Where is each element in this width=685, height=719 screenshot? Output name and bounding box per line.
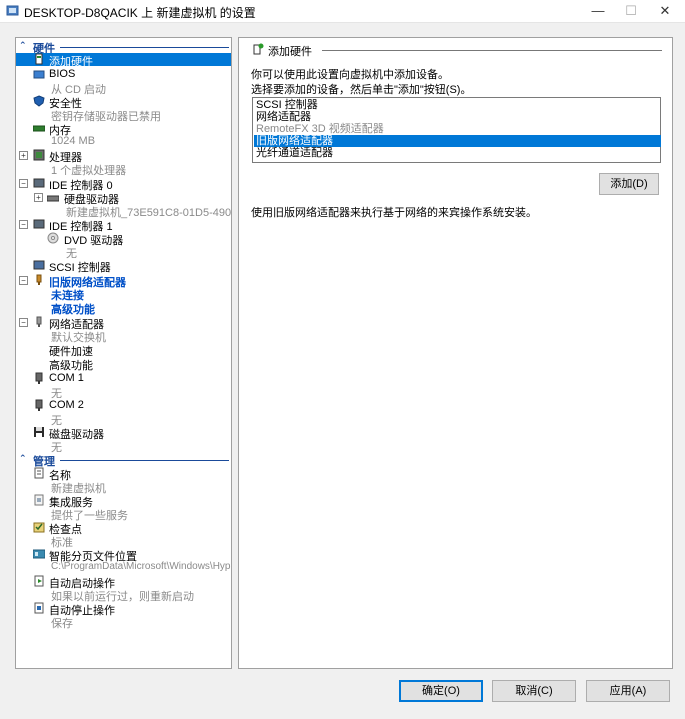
nav-item-advanced-features[interactable]: 高级功能	[51, 301, 95, 317]
processor-icon	[33, 149, 45, 161]
instruction-text: 选择要添加的设备，然后单击"添加"按钮(S)。	[251, 84, 472, 96]
settings-navigation-pane[interactable]: ⌃ 硬件 添加硬件 BIOS 从 CD 启动 安全性 密钥存储驱动器已禁用 内存…	[15, 37, 232, 669]
nav-item-label: SCSI 控制器	[49, 262, 111, 274]
nav-item-label: COM 2	[49, 399, 84, 411]
panel-header: 添加硬件	[252, 43, 662, 58]
ok-button[interactable]: 确定(O)	[399, 680, 483, 702]
title-bar: DESKTOP-D8QACIK 上 新建虚拟机 的设置 — ☐ ✕	[0, 0, 685, 23]
nav-item-add-hardware[interactable]: 添加硬件	[16, 53, 231, 68]
auto-start-icon	[34, 575, 44, 587]
ide-controller-icon	[33, 178, 45, 188]
com-port-icon	[35, 399, 43, 411]
integration-services-icon	[34, 494, 44, 506]
nav-item-automatic-stop-action[interactable]: 自动停止操作	[16, 602, 231, 617]
add-button[interactable]: 添加(D)	[599, 173, 659, 195]
add-hardware-icon	[253, 43, 264, 55]
nav-item-integration-services[interactable]: 集成服务	[16, 494, 231, 509]
com-port-icon	[35, 372, 43, 384]
auto-stop-icon	[34, 602, 44, 614]
nav-item-ide-controller-1[interactable]: IDE 控制器 1	[16, 218, 231, 233]
nav-item-checkpoints[interactable]: 检查点	[16, 521, 231, 536]
nav-item-smart-paging-file-location[interactable]: 智能分页文件位置	[16, 548, 231, 563]
checkpoint-icon	[33, 522, 45, 533]
device-option-legacy-network-adapter[interactable]: 旧版网络适配器	[254, 135, 661, 147]
management-section-header[interactable]: ⌃ 管理	[16, 453, 231, 468]
nav-item-dvd-drive[interactable]: DVD 驱动器	[16, 232, 231, 247]
hardware-section-header[interactable]: ⌃ 硬件	[16, 40, 231, 55]
nav-item-hardware-acceleration[interactable]: 硬件加速	[16, 343, 231, 358]
add-hardware-panel: 添加硬件 你可以使用此设置向虚拟机中添加设备。 选择要添加的设备，然后单击"添加…	[238, 37, 673, 669]
nav-item-diskette-drive[interactable]: 磁盘驱动器	[16, 426, 231, 441]
device-option-fibre-channel-adapter[interactable]: 光纤通道适配器	[254, 147, 661, 159]
collapse-chevron-icon[interactable]: ⌃	[19, 453, 27, 464]
ide-controller-icon	[33, 219, 45, 229]
apply-button[interactable]: 应用(A)	[586, 680, 670, 702]
nav-item-sub: 1 个虚拟处理器	[51, 165, 127, 177]
nav-item-label: BIOS	[49, 68, 76, 80]
nav-item-automatic-start-action[interactable]: 自动启动操作	[16, 575, 231, 590]
nav-item-ide-controller-0[interactable]: IDE 控制器 0	[16, 177, 231, 192]
network-adapter-icon	[36, 274, 42, 285]
panel-title: 添加硬件	[268, 46, 312, 58]
nav-item-hard-drive[interactable]: 硬盘驱动器	[16, 191, 231, 206]
paging-file-icon	[33, 549, 45, 559]
nav-item-security[interactable]: 安全性	[16, 95, 231, 110]
nav-item-com1[interactable]: COM 1	[16, 372, 231, 385]
nav-item-memory[interactable]: 内存	[16, 122, 231, 137]
hard-drive-icon	[47, 195, 59, 202]
device-description: 使用旧版网络适配器来执行基于网络的来宾操作系统安装。	[251, 207, 537, 219]
nav-item-label: 添加硬件	[49, 56, 93, 68]
intro-text: 你可以使用此设置向虚拟机中添加设备。	[251, 69, 449, 81]
nav-item-sub: 保存	[51, 618, 73, 630]
name-tag-icon	[34, 467, 44, 479]
memory-icon	[33, 125, 45, 132]
shield-icon	[33, 95, 45, 107]
nav-item-bios[interactable]: BIOS	[16, 68, 231, 81]
settings-window-icon	[6, 5, 19, 16]
add-hardware-icon	[35, 53, 43, 65]
nav-item-label: COM 1	[49, 372, 84, 384]
close-button[interactable]: ✕	[648, 0, 682, 22]
window-title: DESKTOP-D8QACIK 上 新建虚拟机 的设置	[24, 6, 256, 20]
nav-item-name[interactable]: 名称	[16, 467, 231, 482]
scsi-controller-icon	[33, 260, 45, 270]
collapse-chevron-icon[interactable]: ⌃	[19, 40, 27, 51]
dvd-disc-icon	[47, 232, 59, 244]
nav-item-network-adapter[interactable]: 网络适配器	[16, 316, 231, 331]
device-option-network-adapter[interactable]: 网络适配器	[254, 111, 661, 123]
nav-item-legacy-network-adapter[interactable]: 旧版网络适配器	[16, 274, 231, 289]
nav-item-sub: C:\ProgramData\Microsoft\Windows\Hyper-V	[51, 561, 232, 572]
nav-item-label: 高级功能	[49, 360, 93, 372]
floppy-disk-icon	[34, 427, 44, 437]
cancel-button[interactable]: 取消(C)	[492, 680, 576, 702]
device-option-remotefx-3d-video-adapter: RemoteFX 3D 视频适配器	[256, 123, 384, 135]
nav-item-scsi-controller[interactable]: SCSI 控制器	[16, 259, 231, 274]
nav-item-processor[interactable]: 处理器	[16, 149, 231, 164]
network-adapter-icon	[36, 316, 42, 327]
nav-item-com2[interactable]: COM 2	[16, 399, 231, 412]
bios-chip-icon	[33, 70, 45, 79]
minimize-button[interactable]: —	[581, 0, 615, 22]
device-listbox[interactable]: SCSI 控制器 网络适配器 RemoteFX 3D 视频适配器 旧版网络适配器…	[252, 97, 661, 163]
nav-item-advanced-features[interactable]: 高级功能	[16, 357, 231, 372]
nav-item-sub: 1024 MB	[51, 135, 96, 147]
device-option-scsi-controller[interactable]: SCSI 控制器	[254, 99, 661, 111]
maximize-button[interactable]: ☐	[614, 0, 648, 22]
